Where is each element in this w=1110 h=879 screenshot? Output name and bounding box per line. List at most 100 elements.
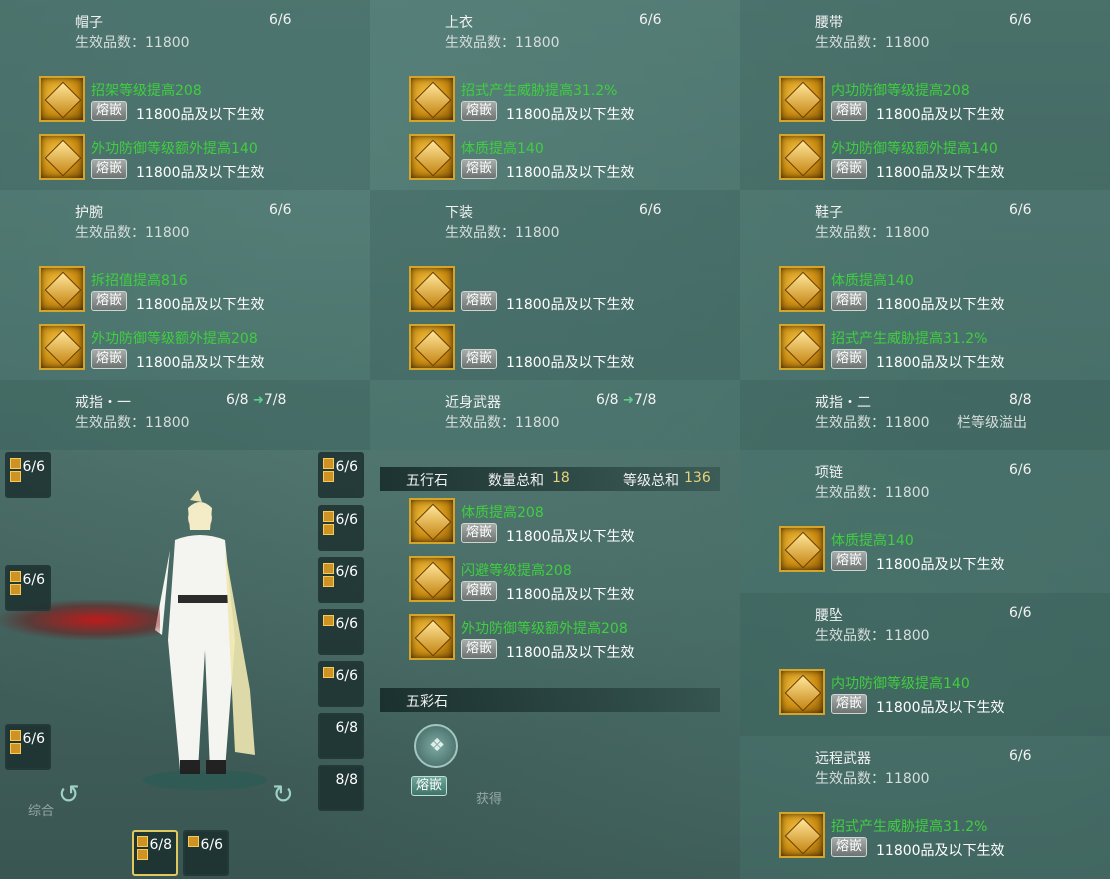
- top-gem-2-inlay-button[interactable]: 熔嵌: [461, 159, 498, 179]
- wrist-gem-1-icon[interactable]: [39, 266, 85, 312]
- wuxing-gem-1-icon[interactable]: [409, 498, 455, 544]
- char-slot-right-1[interactable]: 6/6: [318, 452, 364, 498]
- shoes-title: 鞋子: [815, 205, 843, 221]
- gem-mini-icon: [323, 511, 334, 522]
- shoes-gem-1-note: 11800品及以下生效: [876, 297, 1005, 313]
- wuxing-level-label: 等级总和: [623, 473, 679, 489]
- ring1-title: 戒指・一: [75, 395, 131, 411]
- char-slot-right-4[interactable]: 6/6: [318, 609, 364, 655]
- hat-gem-1-note: 11800品及以下生效: [136, 107, 265, 123]
- pendant-gem-1-effect: 内功防御等级提高140: [831, 676, 970, 692]
- wucai-leaf-icon: ❖: [429, 735, 446, 756]
- shoes-gem-2-icon[interactable]: [779, 324, 825, 370]
- wuxing-level-value: 136: [684, 470, 711, 486]
- rotate-right-icon[interactable]: ↻: [272, 780, 294, 810]
- ring1-count-current: 6/8: [226, 392, 249, 408]
- pants-gem-2-icon[interactable]: [409, 324, 455, 370]
- wuxing-gem-3-effect: 外功防御等级额外提高208: [461, 621, 628, 637]
- char-slot-left-2[interactable]: 6/6: [5, 565, 51, 611]
- top-count: 6/6: [639, 12, 662, 28]
- character-figure-icon: [143, 490, 267, 790]
- ranged-gem-1-inlay-button[interactable]: 熔嵌: [831, 837, 868, 857]
- char-slot-right-5[interactable]: 6/6: [318, 661, 364, 707]
- belt-gem-1-inlay-button[interactable]: 熔嵌: [831, 101, 868, 121]
- wuxing-gem-2-icon[interactable]: [409, 556, 455, 602]
- wucai-inlay-button[interactable]: 熔嵌: [411, 776, 448, 796]
- pendant-gem-1-icon[interactable]: [779, 669, 825, 715]
- char-slot-right-7[interactable]: 8/8: [318, 765, 364, 811]
- wuxing-gem-3-icon[interactable]: [409, 614, 455, 660]
- hat-gem-2-icon[interactable]: [39, 134, 85, 180]
- hat-gem-1-inlay-button[interactable]: 熔嵌: [91, 101, 128, 121]
- pendant-gem-1-inlay-button[interactable]: 熔嵌: [831, 694, 868, 714]
- char-slot-count: 6/6: [22, 459, 45, 475]
- gem-mini-icon: [137, 849, 148, 860]
- char-slot-right-2[interactable]: 6/6: [318, 505, 364, 551]
- shoes-gem-2-inlay-button[interactable]: 熔嵌: [831, 349, 868, 369]
- char-slot-right-3[interactable]: 6/6: [318, 557, 364, 603]
- char-slot-left-3[interactable]: 6/6: [5, 724, 51, 770]
- pants-quality: 生效品数：11800: [445, 225, 560, 241]
- necklace-gem-1-inlay-button[interactable]: 熔嵌: [831, 551, 868, 571]
- belt-gem-1-note: 11800品及以下生效: [876, 107, 1005, 123]
- hat-count: 6/6: [269, 12, 292, 28]
- shoes-gem-2-note: 11800品及以下生效: [876, 355, 1005, 371]
- wuxing-header: 五行石 数量总和 18 等级总和 136: [380, 467, 720, 491]
- wrist-quality: 生效品数：11800: [75, 225, 190, 241]
- necklace-gem-1-note: 11800品及以下生效: [876, 557, 1005, 573]
- arrow-right-icon: ➜: [252, 393, 264, 408]
- pendant-count: 6/6: [1009, 605, 1032, 621]
- pants-gem-1-inlay-button[interactable]: 熔嵌: [461, 291, 498, 311]
- melee-count: 6/8 ➜7/8: [596, 392, 656, 408]
- ranged-gem-1-icon[interactable]: [779, 812, 825, 858]
- belt-gem-1-icon[interactable]: [779, 76, 825, 122]
- ring1-count-next: 7/8: [263, 392, 287, 408]
- top-gem-1-icon[interactable]: [409, 76, 455, 122]
- char-slot-count: 6/6: [200, 837, 223, 853]
- ranged-gem-1-effect: 招式产生威胁提高31.2%: [831, 819, 988, 835]
- pendant-gem-1-note: 11800品及以下生效: [876, 700, 1005, 716]
- gem-mini-icon: [10, 584, 21, 595]
- top-gem-1-inlay-button[interactable]: 熔嵌: [461, 101, 498, 121]
- belt-gem-2-icon[interactable]: [779, 134, 825, 180]
- hat-gem-2-inlay-button[interactable]: 熔嵌: [91, 159, 128, 179]
- melee-count-current: 6/8: [596, 392, 619, 408]
- shoes-gem-1-icon[interactable]: [779, 266, 825, 312]
- wuxing-gem-1-effect: 体质提高208: [461, 505, 544, 521]
- ranged-quality: 生效品数：11800: [815, 771, 930, 787]
- melee-quality: 生效品数：11800: [445, 415, 560, 431]
- char-slot-count: 6/6: [335, 459, 358, 475]
- wuxing-gem-2-inlay-button[interactable]: 熔嵌: [461, 581, 498, 601]
- wuxing-gem-3-note: 11800品及以下生效: [506, 645, 635, 661]
- char-slot-right-6[interactable]: 6/8: [318, 713, 364, 759]
- wucai-empty-slot-icon[interactable]: ❖: [414, 724, 458, 768]
- gem-mini-icon: [10, 571, 21, 582]
- char-slot-count: 8/8: [335, 772, 358, 788]
- belt-gem-2-inlay-button[interactable]: 熔嵌: [831, 159, 868, 179]
- wrist-gem-1-inlay-button[interactable]: 熔嵌: [91, 291, 128, 311]
- necklace-title: 项链: [815, 465, 843, 481]
- rotate-left-icon[interactable]: ↺: [58, 780, 80, 810]
- wrist-gem-2-icon[interactable]: [39, 324, 85, 370]
- belt-quality: 生效品数：11800: [815, 35, 930, 51]
- arrow-right-icon: ➜: [622, 393, 634, 408]
- necklace-gem-1-icon[interactable]: [779, 526, 825, 572]
- char-slot-left-1[interactable]: 6/6: [5, 452, 51, 498]
- ranged-title: 远程武器: [815, 751, 871, 767]
- char-slot-bottom-melee[interactable]: 6/8: [132, 830, 178, 876]
- wrist-gem-2-inlay-button[interactable]: 熔嵌: [91, 349, 128, 369]
- gem-mini-icon: [188, 836, 199, 847]
- wuxing-count-label: 数量总和: [488, 473, 544, 489]
- background-tab-obtain: 获得: [476, 792, 503, 807]
- wuxing-gem-1-inlay-button[interactable]: 熔嵌: [461, 523, 498, 543]
- hat-gem-1-effect: 招架等级提高208: [91, 83, 202, 99]
- pants-gem-1-icon[interactable]: [409, 266, 455, 312]
- char-slot-bottom-ranged[interactable]: 6/6: [183, 830, 229, 876]
- top-gem-2-icon[interactable]: [409, 134, 455, 180]
- hat-gem-1-icon[interactable]: [39, 76, 85, 122]
- shoes-gem-1-inlay-button[interactable]: 熔嵌: [831, 291, 868, 311]
- ring1-count: 6/8 ➜7/8: [226, 392, 286, 408]
- wuxing-gem-3-inlay-button[interactable]: 熔嵌: [461, 639, 498, 659]
- pants-gem-2-inlay-button[interactable]: 熔嵌: [461, 349, 498, 369]
- gem-mini-icon: [323, 524, 334, 535]
